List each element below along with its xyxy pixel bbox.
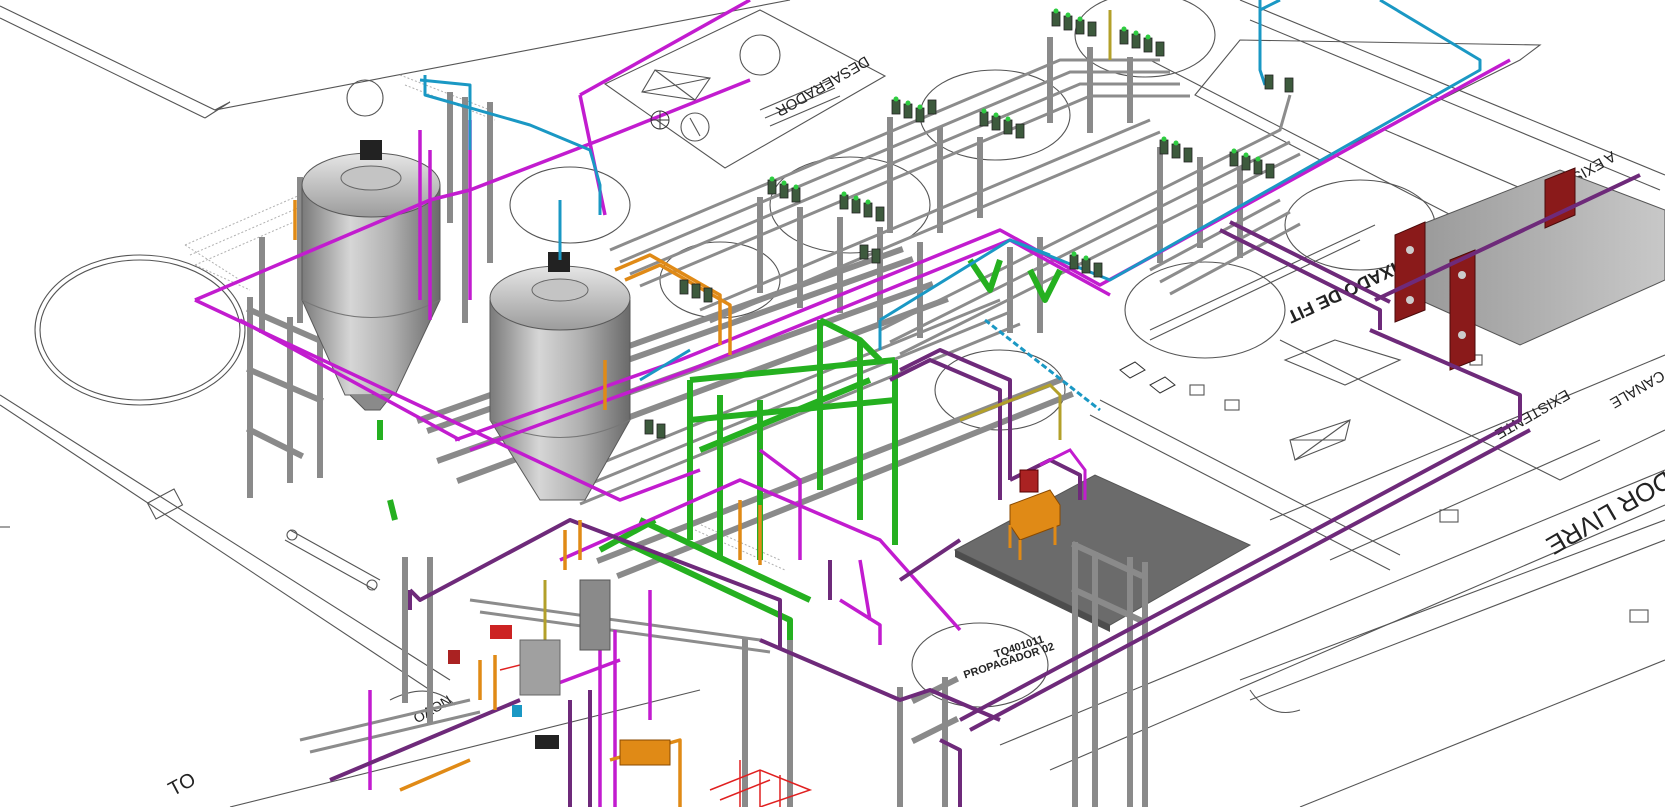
label-existente-1: EXISTENTE bbox=[1492, 386, 1573, 442]
footprint-circle bbox=[34, 254, 246, 406]
label-bottom-left: TO bbox=[165, 769, 200, 801]
plate-heat-exchanger bbox=[1394, 167, 1665, 371]
desaerador-room bbox=[603, 9, 887, 169]
isometric-piping-drawing: DESAERADOR TQ401011 PROPAGADOR 02 DOR LI… bbox=[0, 0, 1665, 807]
heat-exchanger-icon bbox=[1119, 361, 1176, 394]
label-existente-2: CANALE bbox=[1607, 367, 1665, 412]
pump-icon bbox=[1019, 469, 1039, 493]
label-desaerador: DESAERADOR bbox=[772, 52, 872, 119]
tank-icon bbox=[650, 110, 670, 130]
